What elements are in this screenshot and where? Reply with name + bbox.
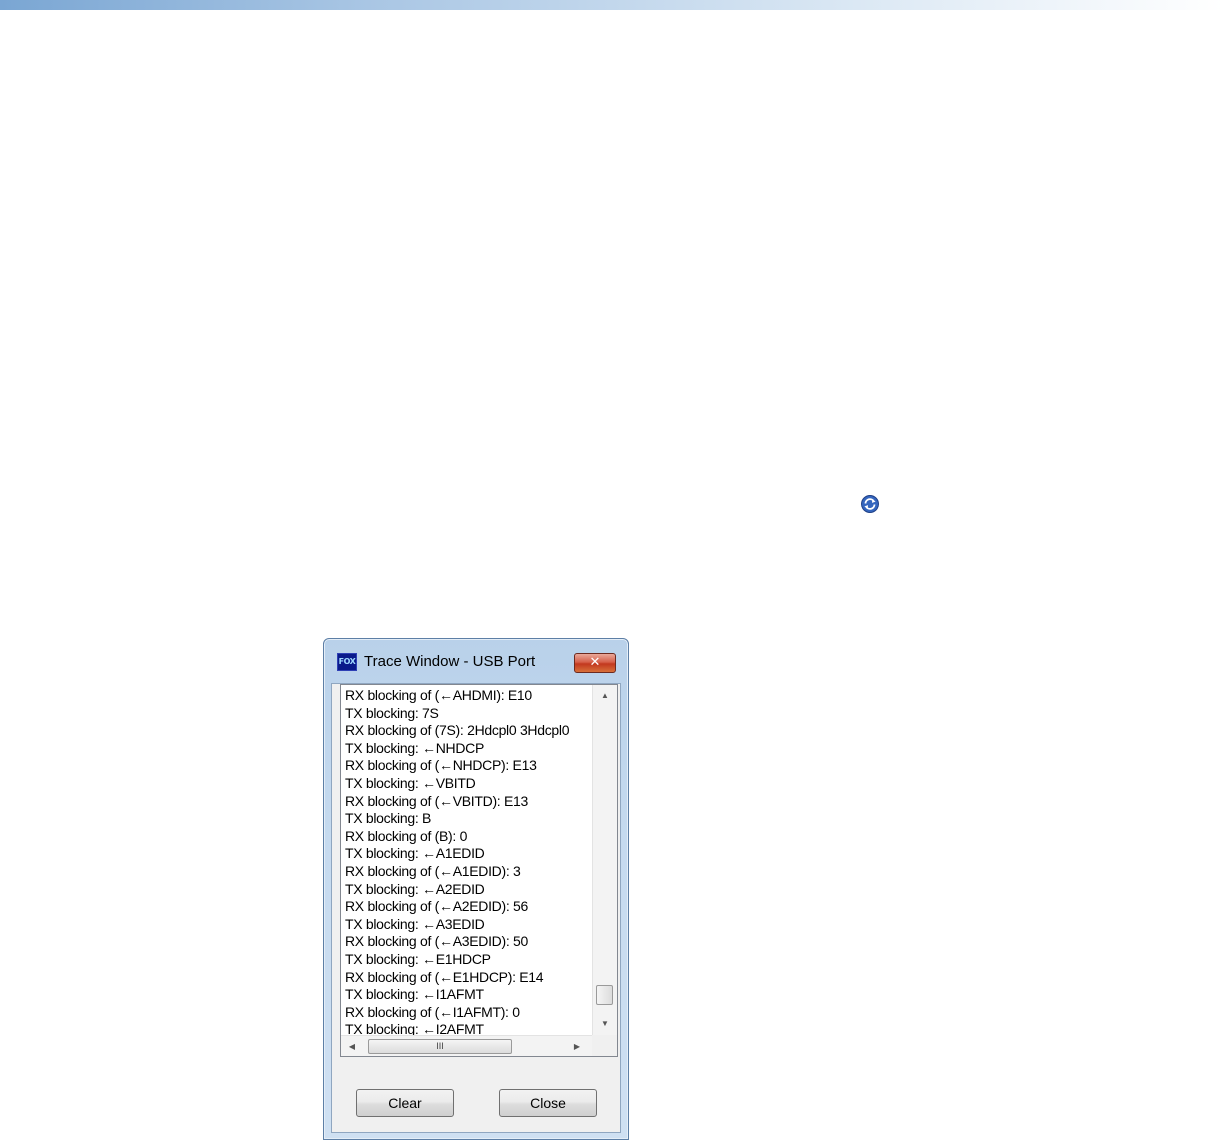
window-title: Trace Window - USB Port: [364, 653, 536, 670]
log-line: RX blocking of (←A2EDID): 56: [345, 898, 529, 915]
log-line: TX blocking: ←VBITD: [345, 774, 476, 791]
log-line: TX blocking: ←A1EDID: [345, 845, 485, 862]
scroll-down-arrow-icon[interactable]: ▼: [593, 1015, 617, 1033]
log-line: RX blocking of (B): 0: [345, 827, 468, 844]
log-line: TX blocking: 7S: [345, 704, 439, 721]
horizontal-scrollbar[interactable]: ◀ III ▶: [341, 1035, 592, 1056]
log-line: RX blocking of (7S): 2Hdcpl0 3Hdcpl0: [345, 722, 570, 739]
refresh-icon[interactable]: [860, 494, 880, 514]
log-line: TX blocking: B: [345, 810, 432, 827]
log-line: RX blocking of (←A1EDID): 3: [345, 862, 521, 879]
log-line: TX blocking: ←I2AFMT: [345, 1021, 484, 1036]
log-line: RX blocking of (←A3EDID): 50: [345, 933, 529, 950]
scroll-up-arrow-icon[interactable]: ▲: [593, 687, 617, 705]
log-line: RX blocking of (←NHDCP): E13: [345, 757, 537, 774]
horizontal-scroll-thumb[interactable]: III: [368, 1039, 512, 1054]
log-line: TX blocking: ←A3EDID: [345, 915, 485, 932]
log-line: RX blocking of (←E1HDCP): E14: [345, 968, 544, 985]
trace-log-lines: RX blocking of (←AHDMI): E10 TX blocking:…: [345, 687, 591, 1036]
vertical-scroll-thumb[interactable]: [596, 985, 613, 1005]
log-line: TX blocking: ←NHDCP: [345, 739, 485, 756]
scroll-right-arrow-icon[interactable]: ▶: [568, 1036, 586, 1056]
log-line: RX blocking of (←I1AFMT): 0: [345, 1003, 520, 1020]
trace-window-dialog: FOX Trace Window - USB Port ✕ RX blockin…: [323, 638, 629, 1140]
close-window-button[interactable]: ✕: [574, 653, 616, 673]
dialog-client-area: RX blocking of (←AHDMI): E10 TX blocking:…: [331, 683, 621, 1133]
trace-log-listbox[interactable]: RX blocking of (←AHDMI): E10 TX blocking:…: [340, 684, 618, 1057]
log-line: TX blocking: ←I1AFMT: [345, 986, 484, 1003]
log-line: TX blocking: ←A2EDID: [345, 880, 485, 897]
log-line: RX blocking of (←AHDMI): E10: [345, 687, 532, 703]
vertical-scrollbar[interactable]: ▲ ▼: [592, 685, 617, 1035]
title-bar[interactable]: FOX Trace Window - USB Port ✕: [324, 639, 628, 683]
log-line: RX blocking of (←VBITD): E13: [345, 792, 528, 809]
scroll-left-arrow-icon[interactable]: ◀: [343, 1036, 361, 1056]
log-line: TX blocking: ←E1HDCP: [345, 950, 491, 967]
scrollbar-corner: [592, 1035, 617, 1056]
top-gradient-band: [0, 0, 1224, 10]
app-logo-icon: FOX: [337, 653, 357, 671]
close-button[interactable]: Close: [499, 1089, 597, 1117]
clear-button[interactable]: Clear: [356, 1089, 454, 1117]
